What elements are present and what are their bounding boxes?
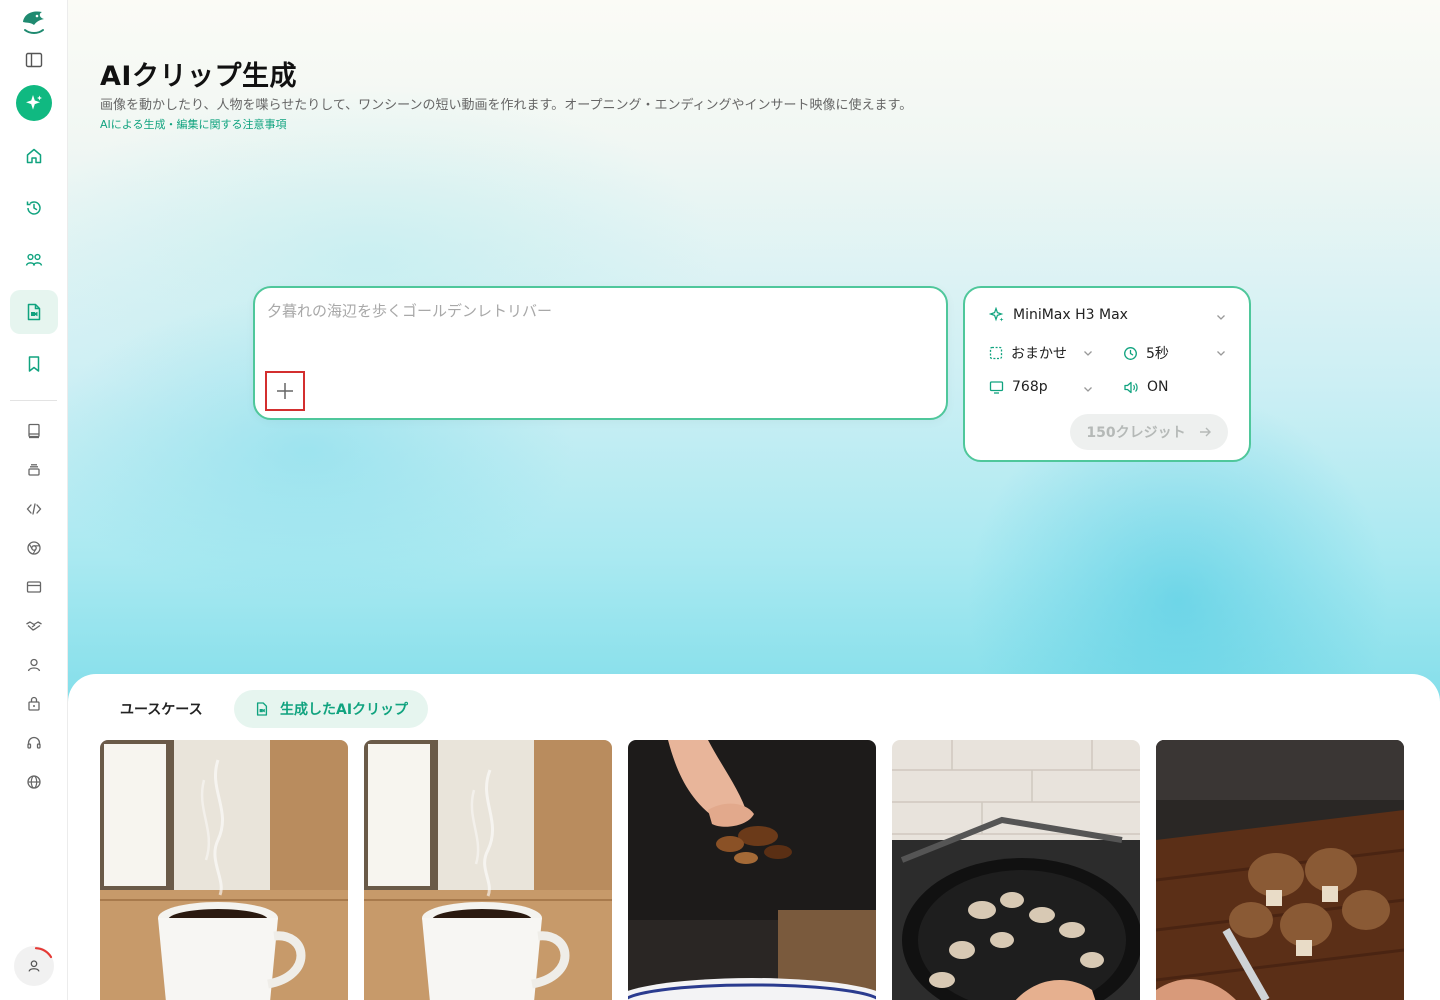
stack-icon	[28, 464, 40, 476]
monitor-icon	[989, 380, 1004, 394]
resolution-select[interactable]: 768p	[989, 379, 1094, 395]
settings-panel: MiniMax H3 Max おまかせ 5秒 768p ON 150クレジット	[963, 286, 1251, 462]
chevron-down-icon	[1084, 351, 1092, 356]
chevron-down-icon	[1217, 351, 1225, 356]
prompt-box	[253, 286, 948, 420]
chopping-mushrooms-image	[1156, 740, 1404, 1000]
clip-thumbnail[interactable]	[100, 740, 348, 1000]
sidebar-item-account[interactable]	[10, 643, 58, 687]
main-area: AIクリップ生成 画像を動かしたり、人物を喋らせたりして、ワンシーンの短い動画を…	[68, 0, 1440, 1000]
sidebar-item-guide[interactable]	[10, 409, 58, 453]
model-select[interactable]: MiniMax H3 Max	[989, 307, 1229, 323]
sidebar-item-billing[interactable]	[10, 565, 58, 609]
handshake-icon	[26, 621, 42, 631]
sidebar-item-team[interactable]	[10, 238, 58, 282]
sidebar-item-security[interactable]	[10, 682, 58, 726]
clip-thumbnail[interactable]	[364, 740, 612, 1000]
chevron-down-icon	[1217, 315, 1225, 320]
home-icon	[26, 148, 42, 164]
tab-generated-label: 生成したAIクリップ	[280, 702, 409, 718]
page-title: AIクリップ生成	[100, 61, 297, 92]
sidebar-item-home[interactable]	[10, 134, 58, 178]
team-icon	[25, 253, 43, 266]
aspect-frame-icon	[989, 346, 1003, 360]
logo-icon[interactable]	[20, 8, 48, 36]
arrow-right-icon	[1199, 427, 1211, 437]
sidebar-item-ai-clip[interactable]	[10, 290, 58, 334]
coffee-cup-image	[100, 740, 348, 1000]
tab-generated-clips[interactable]: 生成したAIクリップ	[234, 690, 429, 728]
speaker-icon	[1124, 381, 1138, 393]
clip-thumbnail[interactable]	[892, 740, 1140, 1000]
sidebar-item-bookmark[interactable]	[10, 342, 58, 386]
sidebar-toggle-icon	[25, 52, 43, 68]
chrome-icon	[27, 541, 41, 555]
duration-label: 5秒	[1146, 346, 1169, 362]
sidebar-item-api[interactable]	[10, 487, 58, 531]
aspect-select[interactable]: おまかせ	[989, 343, 1094, 363]
frying-pan-image	[892, 740, 1140, 1000]
sidebar-item-support[interactable]	[10, 721, 58, 765]
gallery-panel: ユースケース 生成したAIクリップ	[68, 674, 1440, 1000]
prompt-input[interactable]	[267, 302, 927, 320]
ai-create-button[interactable]	[16, 85, 52, 121]
ai-sparkle-icon	[26, 95, 42, 110]
plus-icon	[277, 383, 293, 399]
generate-button[interactable]: 150クレジット	[1070, 414, 1228, 450]
book-icon	[28, 423, 40, 439]
aspect-label: おまかせ	[1011, 346, 1067, 362]
lock-bag-icon	[28, 696, 40, 711]
ai-notice-link[interactable]: AIによる生成・編集に関する注意事項	[100, 116, 286, 132]
add-image-button[interactable]	[265, 371, 305, 411]
sidebar-item-partner[interactable]	[10, 604, 58, 648]
generate-button-label: 150クレジット	[1086, 425, 1186, 441]
usage-ring-icon	[34, 947, 53, 959]
sidebar-item-extension[interactable]	[10, 526, 58, 570]
globe-icon	[27, 775, 41, 789]
sparkle-icon	[989, 307, 1004, 322]
credit-card-icon	[26, 581, 42, 593]
clip-file-icon	[27, 303, 41, 321]
sidebar-item-history[interactable]	[10, 186, 58, 230]
headset-icon	[27, 736, 41, 749]
duration-select[interactable]: 5秒	[1123, 343, 1229, 363]
clock-icon	[1124, 346, 1137, 360]
avatar[interactable]	[14, 946, 54, 986]
sidebar	[0, 0, 68, 1000]
page-description: 画像を動かしたり、人物を喋らせたりして、ワンシーンの短い動画を作れます。オープニ…	[100, 98, 913, 113]
code-icon	[26, 503, 42, 515]
chevron-down-icon	[1084, 387, 1092, 392]
sidebar-divider	[10, 400, 57, 401]
sidebar-toggle-button[interactable]	[10, 38, 58, 82]
audio-toggle[interactable]: ON	[1123, 379, 1229, 395]
audio-label: ON	[1147, 379, 1169, 395]
bookmark-icon	[28, 356, 40, 372]
model-label: MiniMax H3 Max	[1013, 307, 1128, 323]
tab-usecase[interactable]: ユースケース	[100, 690, 223, 728]
coffee-cup-image	[364, 740, 612, 1000]
user-icon	[27, 658, 41, 672]
hand-mushrooms-image	[628, 740, 876, 1000]
clip-thumbnail[interactable]	[1156, 740, 1404, 1000]
clip-thumbnail[interactable]	[628, 740, 876, 1000]
sidebar-item-language[interactable]	[10, 760, 58, 804]
clip-file-icon	[256, 702, 268, 716]
history-icon	[26, 201, 41, 215]
resolution-label: 768p	[1012, 379, 1048, 395]
sidebar-item-materials[interactable]	[10, 448, 58, 492]
